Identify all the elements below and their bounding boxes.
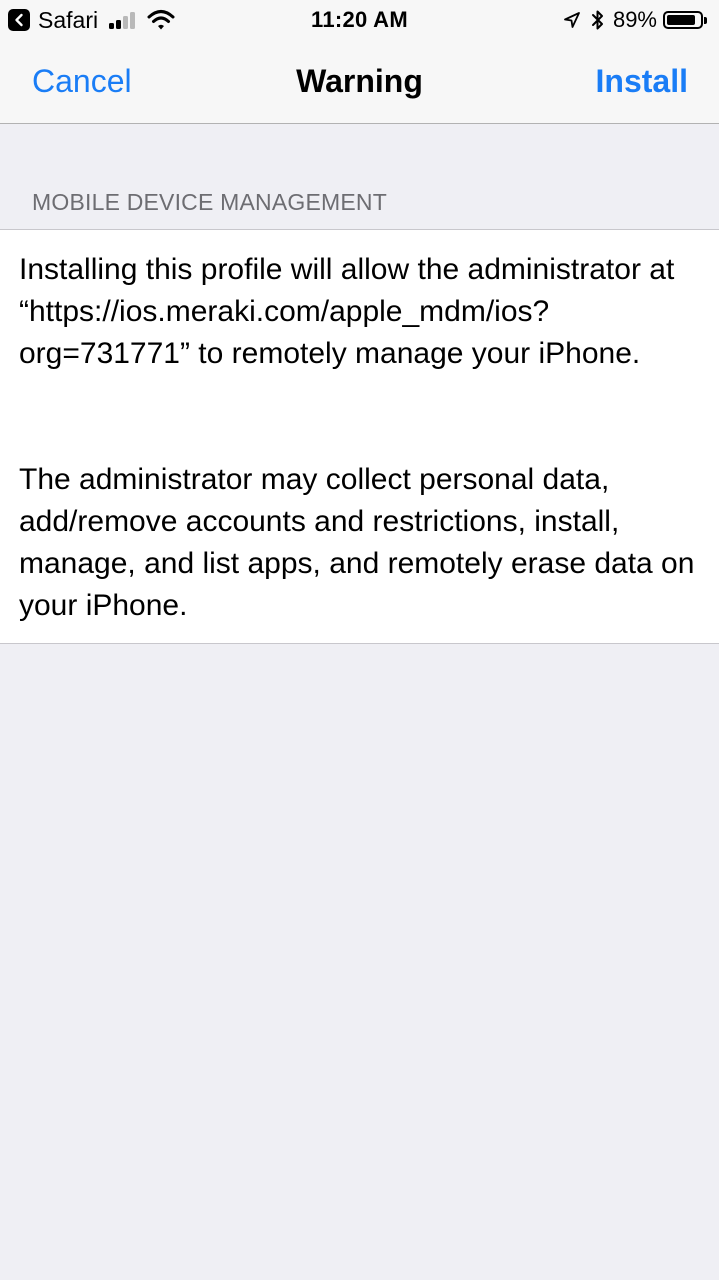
section-header: MOBILE DEVICE MANAGEMENT <box>32 189 387 215</box>
battery-fill <box>667 15 696 25</box>
location-icon <box>563 11 581 29</box>
battery-percent: 89% <box>612 7 657 32</box>
battery-icon <box>663 11 707 29</box>
status-right: 89% <box>563 8 707 32</box>
warning-paragraph-1: Installing this profile will allow the a… <box>19 253 675 370</box>
bluetooth-icon <box>591 9 605 31</box>
install-button[interactable]: Install <box>596 62 688 100</box>
navigation-bar: Cancel Warning Install <box>0 40 719 124</box>
warning-card: Installing this profile will allow the a… <box>0 229 719 644</box>
battery-tip <box>704 16 707 24</box>
warning-paragraph-2: The administrator may collect personal d… <box>19 463 695 622</box>
status-bar: Safari 11:20 AM 89% <box>0 0 719 40</box>
battery-body <box>663 11 703 29</box>
